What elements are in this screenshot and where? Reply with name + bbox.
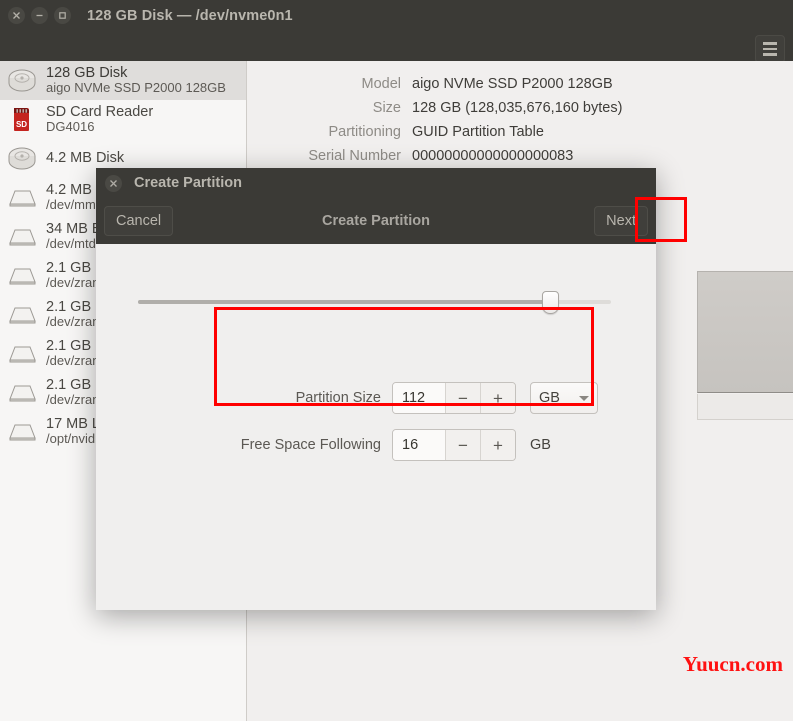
hard-disk-icon	[6, 67, 39, 94]
dialog-header-bar: Cancel Create Partition Next	[96, 198, 656, 244]
app-header-bar	[0, 31, 793, 61]
volume-block[interactable]	[697, 271, 793, 393]
property-key: Model	[250, 73, 410, 95]
free-space-following-label: Free Space Following	[214, 437, 392, 453]
block-device-icon	[6, 379, 39, 406]
partition-size-slider[interactable]	[138, 289, 611, 315]
block-device-icon	[6, 262, 39, 289]
sidebar-item-subtitle: aigo NVMe SSD P2000 128GB	[46, 81, 226, 96]
partition-size-increment-button[interactable]: +	[480, 383, 515, 413]
sidebar-item-sd-card-reader[interactable]: SD SD Card Reader DG4016	[0, 100, 246, 139]
sidebar-item-text: 4.2 MB Disk	[46, 150, 124, 166]
partition-size-unit-select[interactable]: GB	[530, 382, 598, 414]
block-device-icon	[6, 340, 39, 367]
block-device-icon	[6, 184, 39, 211]
sidebar-item-subtitle: DG4016	[46, 120, 153, 135]
free-space-input[interactable]: 16	[393, 430, 445, 460]
sd-card-icon: SD	[6, 106, 39, 133]
table-row: Serial Number 00000000000000000083	[250, 145, 791, 167]
partition-size-input[interactable]: 112	[393, 383, 445, 413]
volume-footer	[697, 394, 793, 420]
sidebar-item-title: 128 GB Disk	[46, 65, 226, 81]
close-icon[interactable]	[105, 175, 122, 192]
free-space-stepper[interactable]: 16 − +	[392, 429, 516, 461]
partition-size-unit-value: GB	[539, 390, 560, 406]
table-row: Model aigo NVMe SSD P2000 128GB	[250, 73, 791, 95]
chevron-down-icon	[579, 396, 589, 401]
dialog-body: Partition Size 112 − + GB Free Space Fol…	[96, 244, 656, 610]
partition-size-decrement-button[interactable]: −	[445, 383, 480, 413]
property-key: Serial Number	[250, 145, 410, 167]
svg-text:SD: SD	[16, 120, 27, 129]
disk-properties-table: Model aigo NVMe SSD P2000 128GB Size 128…	[248, 71, 793, 169]
sidebar-item-title: 4.2 MB Disk	[46, 150, 124, 166]
block-device-icon	[6, 418, 39, 445]
partition-size-stepper[interactable]: 112 − +	[392, 382, 516, 414]
partition-size-row: Partition Size 112 − + GB	[214, 382, 598, 414]
property-key: Partitioning	[250, 121, 410, 143]
block-device-icon	[6, 301, 39, 328]
partition-form: Partition Size 112 − + GB Free Space Fol…	[214, 382, 598, 476]
free-space-increment-button[interactable]: +	[480, 430, 515, 460]
sidebar-item-text: SD Card Reader DG4016	[46, 104, 153, 135]
free-space-decrement-button[interactable]: −	[445, 430, 480, 460]
sidebar-item-128gb-disk[interactable]: 128 GB Disk aigo NVMe SSD P2000 128GB	[0, 61, 246, 100]
next-button[interactable]: Next	[594, 206, 648, 236]
watermark: Yuucn.com	[683, 652, 783, 677]
partition-size-label: Partition Size	[214, 390, 392, 406]
slider-handle[interactable]	[542, 291, 559, 314]
block-device-icon	[6, 223, 39, 250]
maximize-icon[interactable]	[54, 7, 71, 24]
sidebar-item-text: 128 GB Disk aigo NVMe SSD P2000 128GB	[46, 65, 226, 96]
hamburger-menu-icon[interactable]	[755, 35, 785, 63]
property-value: aigo NVMe SSD P2000 128GB	[412, 73, 791, 95]
window-controls	[0, 7, 71, 24]
free-space-following-row: Free Space Following 16 − + GB	[214, 429, 598, 461]
minimize-icon[interactable]	[31, 7, 48, 24]
create-partition-dialog: Create Partition Cancel Create Partition…	[96, 168, 656, 610]
slider-fill	[138, 300, 550, 304]
window-title: 128 GB Disk — /dev/nvme0n1	[87, 8, 293, 24]
free-space-unit-label: GB	[530, 437, 551, 453]
dialog-titlebar: Create Partition	[96, 168, 656, 198]
dialog-window-title: Create Partition	[134, 175, 242, 191]
dialog-header-title: Create Partition	[96, 213, 656, 229]
table-row: Size 128 GB (128,035,676,160 bytes)	[250, 97, 791, 119]
property-value: GUID Partition Table	[412, 121, 791, 143]
close-icon[interactable]	[8, 7, 25, 24]
window-titlebar: 128 GB Disk — /dev/nvme0n1	[0, 0, 793, 31]
app-window: 128 GB Disk — /dev/nvme0n1 128 GB Disk a…	[0, 0, 793, 721]
property-value: 00000000000000000083	[412, 145, 791, 167]
table-row: Partitioning GUID Partition Table	[250, 121, 791, 143]
hard-disk-icon	[6, 145, 39, 172]
property-value: 128 GB (128,035,676,160 bytes)	[412, 97, 791, 119]
cancel-button[interactable]: Cancel	[104, 206, 173, 236]
property-key: Size	[250, 97, 410, 119]
sidebar-item-title: SD Card Reader	[46, 104, 153, 120]
